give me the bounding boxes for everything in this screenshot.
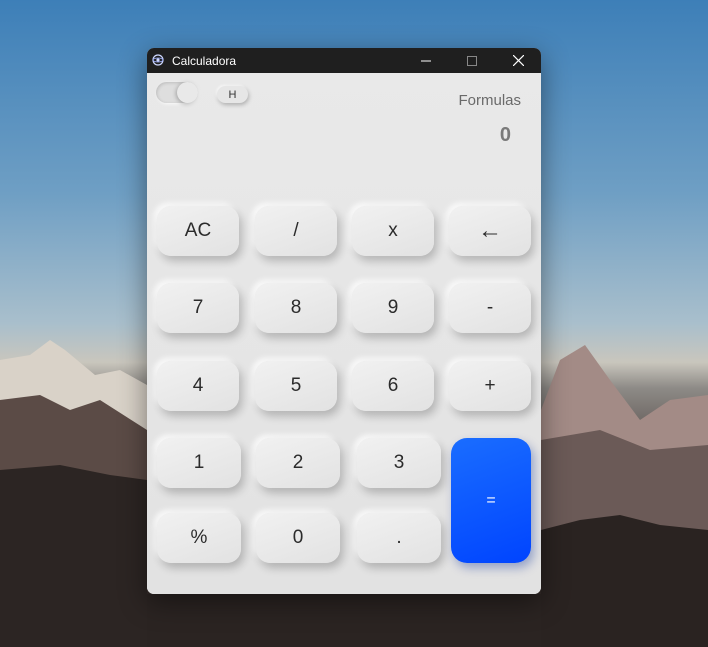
six-button[interactable]: 6 [352,361,434,411]
eight-button[interactable]: 8 [255,283,337,333]
all-clear-button[interactable]: AC [157,206,239,256]
close-button[interactable] [495,48,541,73]
toggle-knob [177,82,198,103]
plus-button[interactable]: + [449,361,531,411]
minus-button[interactable]: - [449,283,531,333]
formulas-label[interactable]: Formulas [458,92,521,109]
equals-button[interactable]: = [451,438,531,563]
one-button[interactable]: 1 [157,438,241,488]
app-icon [152,54,164,66]
window-title: Calculadora [172,54,237,68]
backspace-button[interactable]: ← [449,206,531,256]
close-icon [512,55,524,66]
nine-button[interactable]: 9 [352,283,434,333]
history-button[interactable]: H [217,86,248,103]
two-button[interactable]: 2 [256,438,340,488]
three-button[interactable]: 3 [357,438,441,488]
maximize-icon [467,55,477,66]
calculator-body: H Formulas 0 AC / x ← 7 8 9 - 4 5 6 + 1 … [147,73,541,594]
five-button[interactable]: 5 [255,361,337,411]
seven-button[interactable]: 7 [157,283,239,333]
maximize-button[interactable] [449,48,495,73]
multiply-button[interactable]: x [352,206,434,256]
decimal-button[interactable]: . [357,513,441,563]
theme-toggle[interactable] [156,82,198,103]
display-value: 0 [499,124,511,146]
divide-button[interactable]: / [255,206,337,256]
zero-button[interactable]: 0 [256,513,340,563]
minimize-icon [421,60,431,61]
four-button[interactable]: 4 [157,361,239,411]
title-bar: Calculadora [147,48,541,73]
percent-button[interactable]: % [157,513,241,563]
calculator-window: Calculadora H Formulas 0 AC / x ← 7 8 9 … [147,48,541,594]
minimize-button[interactable] [403,48,449,73]
